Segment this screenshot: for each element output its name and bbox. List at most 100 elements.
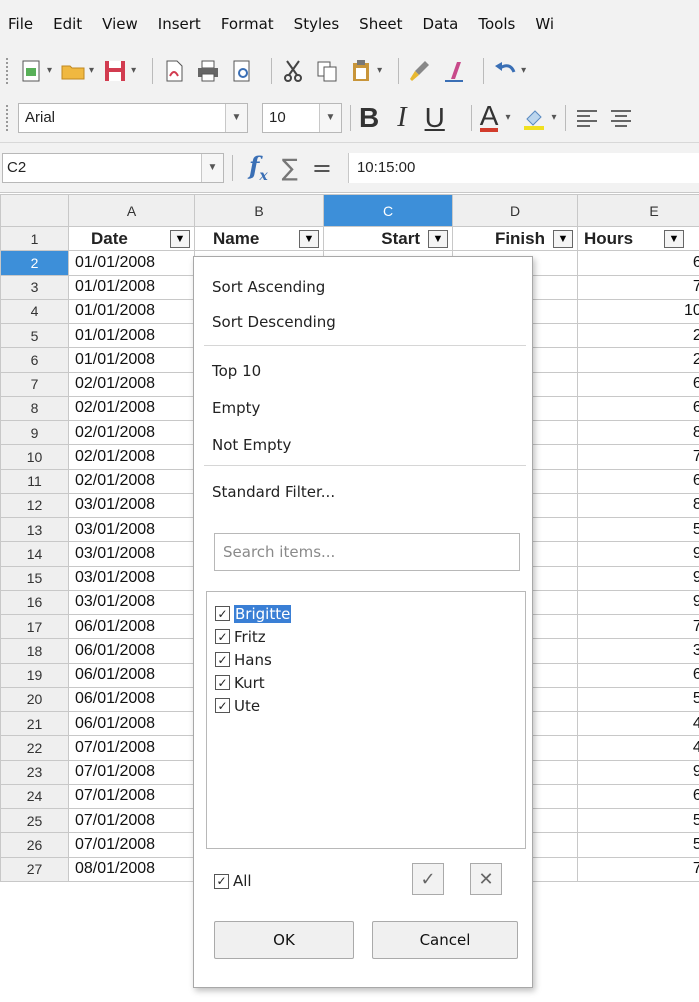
toolbar-grip[interactable] <box>6 104 10 131</box>
autofilter-dropdown-start[interactable]: ▼ <box>428 230 448 248</box>
autofilter-dropdown-date[interactable]: ▼ <box>170 230 190 248</box>
row-header[interactable]: 25 <box>0 807 69 834</box>
row-header[interactable]: 20 <box>0 686 69 713</box>
print-button[interactable] <box>195 54 221 88</box>
list-item[interactable]: ✓ Fritz <box>207 625 525 648</box>
menu-insert[interactable]: Insert <box>158 15 201 33</box>
cell-hours[interactable]: 9.00 <box>577 759 699 785</box>
cell-hours[interactable]: 5.00 <box>577 686 699 713</box>
align-center-button[interactable] <box>608 101 634 135</box>
menu-format[interactable]: Format <box>221 15 274 33</box>
row-header[interactable]: 5 <box>0 322 69 349</box>
cell-date[interactable]: 03/01/2008 <box>68 492 195 519</box>
row-header[interactable]: 1 <box>0 225 69 252</box>
cell-hours[interactable]: 2.75 <box>577 322 699 349</box>
sort-ascending-item[interactable]: Sort Ascending <box>212 278 325 296</box>
cell-date[interactable]: 03/01/2008 <box>68 589 195 616</box>
row-header[interactable]: 9 <box>0 419 69 446</box>
column-header-c[interactable]: C <box>323 194 453 227</box>
font-color-button[interactable]: A <box>479 101 499 132</box>
chevron-down-icon[interactable]: ▾ <box>505 112 510 123</box>
column-header-d[interactable]: D <box>452 194 578 227</box>
undo-button[interactable]: ▾ <box>492 54 526 88</box>
cell-date[interactable]: 01/01/2008 <box>68 250 195 276</box>
new-document-button[interactable]: ▾ <box>18 54 52 88</box>
list-item[interactable]: ✓ Brigitte <box>207 602 525 625</box>
cell-date[interactable]: 01/01/2008 <box>68 298 195 325</box>
row-header[interactable]: 15 <box>0 565 69 591</box>
row-header[interactable]: 19 <box>0 662 69 688</box>
cell-date[interactable]: 08/01/2008 <box>68 856 195 882</box>
cell-hours[interactable]: 2.75 <box>577 347 699 373</box>
chevron-down-icon[interactable]: ▾ <box>521 65 526 76</box>
row-header[interactable]: 16 <box>0 589 69 616</box>
cell-date[interactable]: 01/01/2008 <box>68 274 195 300</box>
checkbox-checked-icon[interactable]: ✓ <box>214 873 229 889</box>
row-header[interactable]: 26 <box>0 832 69 858</box>
row-header[interactable]: 7 <box>0 371 69 397</box>
function-wizard-icon[interactable]: fx <box>249 151 268 184</box>
print-preview-button[interactable] <box>229 54 255 88</box>
top10-item[interactable]: Top 10 <box>212 362 261 380</box>
search-items-input[interactable] <box>214 533 520 571</box>
font-name-select[interactable]: Arial ▼ <box>18 102 248 133</box>
cell-hours[interactable]: 6.00 <box>577 468 699 494</box>
name-box[interactable]: C2 ▼ <box>2 152 224 183</box>
autofilter-dropdown-hours[interactable]: ▼ <box>664 230 684 248</box>
menu-tools[interactable]: Tools <box>478 15 515 33</box>
clear-formatting-button[interactable] <box>441 54 467 88</box>
toolbar-grip[interactable] <box>6 57 10 84</box>
cell-hours[interactable]: 4.50 <box>577 710 699 737</box>
cell-hours[interactable]: 9.25 <box>577 589 699 616</box>
cell-date[interactable]: 01/01/2008 <box>68 347 195 373</box>
sum-icon[interactable]: ∑ <box>282 154 298 182</box>
cell-date[interactable]: 02/01/2008 <box>68 371 195 397</box>
cell-date[interactable]: 07/01/2008 <box>68 759 195 785</box>
font-size-select[interactable]: 10 ▼ <box>262 102 342 133</box>
underline-button[interactable]: U <box>425 102 445 134</box>
row-header[interactable]: 8 <box>0 395 69 422</box>
column-header-e[interactable]: E <box>577 194 699 227</box>
chevron-down-icon[interactable]: ▾ <box>47 65 52 76</box>
cell-hours[interactable]: 7.25 <box>577 856 699 882</box>
header-cell-finish[interactable]: Finish ▼ <box>452 225 578 252</box>
ok-button[interactable]: OK <box>214 921 354 959</box>
cell-date[interactable]: 02/01/2008 <box>68 444 195 470</box>
row-header[interactable]: 14 <box>0 541 69 567</box>
sort-descending-item[interactable]: Sort Descending <box>212 313 336 331</box>
cell-date[interactable]: 06/01/2008 <box>68 638 195 664</box>
cell-date[interactable]: 02/01/2008 <box>68 395 195 422</box>
chevron-down-icon[interactable]: ▾ <box>131 65 136 76</box>
open-button[interactable]: ▾ <box>60 54 94 88</box>
copy-button[interactable] <box>314 54 340 88</box>
chevron-down-icon[interactable]: ▾ <box>552 112 557 123</box>
list-item[interactable]: ✓ Ute <box>207 694 525 717</box>
header-cell-name[interactable]: Name ▼ <box>194 225 324 252</box>
row-header[interactable]: 27 <box>0 856 69 882</box>
cell-date[interactable]: 07/01/2008 <box>68 735 195 761</box>
header-cell-hours[interactable]: Hours ▼ <box>577 225 699 252</box>
menu-edit[interactable]: Edit <box>53 15 82 33</box>
highlight-color-button[interactable] <box>521 101 547 135</box>
standard-filter-item[interactable]: Standard Filter... <box>212 483 335 501</box>
unselect-current-button[interactable]: ✕ <box>470 863 502 895</box>
cell-date[interactable]: 03/01/2008 <box>68 565 195 591</box>
cell-date[interactable]: 07/01/2008 <box>68 832 195 858</box>
row-header[interactable]: 10 <box>0 444 69 470</box>
cell-hours[interactable]: 9.50 <box>577 565 699 591</box>
cell-hours[interactable]: 8.25 <box>577 419 699 446</box>
cell-hours[interactable]: 9.75 <box>577 541 699 567</box>
list-item[interactable]: ✓ Kurt <box>207 671 525 694</box>
bold-button[interactable]: B <box>359 102 379 134</box>
not-empty-item[interactable]: Not Empty <box>212 436 291 454</box>
column-header-a[interactable]: A <box>68 194 195 227</box>
cancel-button[interactable]: Cancel <box>372 921 518 959</box>
chevron-down-icon[interactable]: ▼ <box>201 153 223 182</box>
cut-button[interactable] <box>280 54 306 88</box>
cell-date[interactable]: 06/01/2008 <box>68 686 195 713</box>
row-header[interactable]: 22 <box>0 735 69 761</box>
row-header[interactable]: 11 <box>0 468 69 494</box>
empty-item[interactable]: Empty <box>212 399 260 417</box>
checkbox-checked-icon[interactable]: ✓ <box>215 675 230 690</box>
menu-styles[interactable]: Styles <box>294 15 340 33</box>
